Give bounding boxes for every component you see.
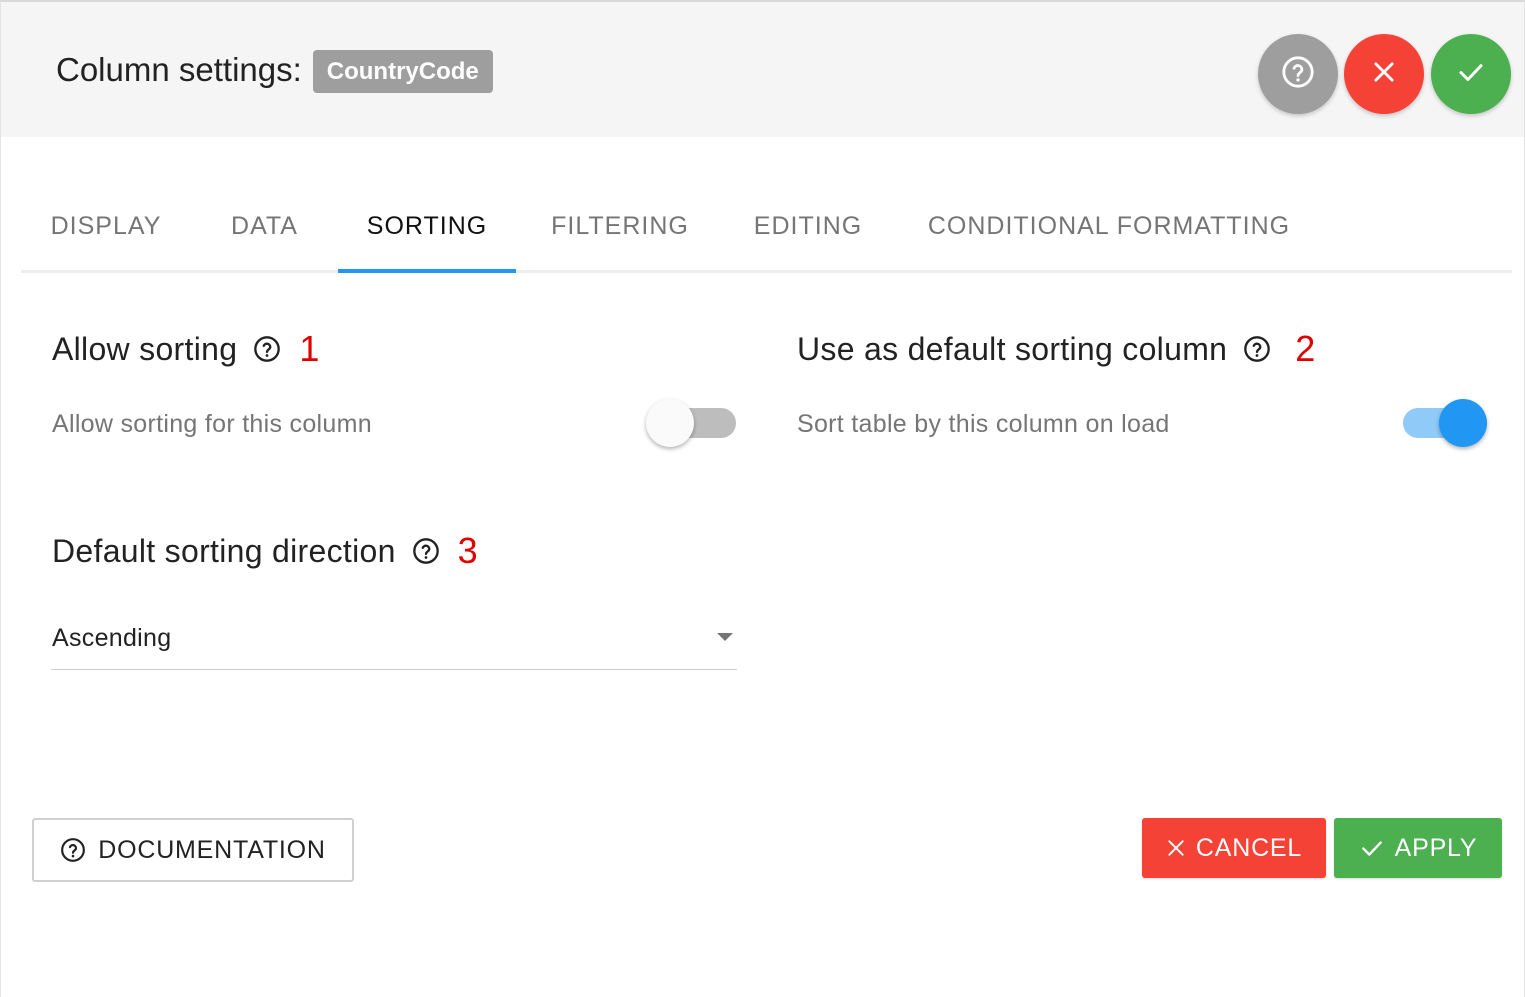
default-sorting-direction-title: Default sorting direction 3 [52,530,478,572]
column-settings-dialog: Column settings: CountryCode DISPLAY DAT… [0,0,1525,997]
tab-sorting[interactable]: SORTING [338,197,516,273]
annotation-marker: 1 [299,328,320,369]
toggle-thumb [1439,399,1487,447]
apply-button-label: APPLY [1394,833,1478,862]
tab-data[interactable]: DATA [191,197,338,273]
annotation-marker: 2 [1295,328,1316,369]
default-sorting-direction-title-text: Default sorting direction [52,532,396,569]
allow-sorting-description: Allow sorting for this column [52,410,372,438]
dialog-header: Column settings: CountryCode [1,2,1524,137]
apply-button[interactable]: APPLY [1334,818,1502,878]
close-icon [1166,838,1186,858]
allow-sorting-title-text: Allow sorting [52,330,238,367]
cancel-button[interactable]: CANCEL [1142,818,1326,878]
dialog-title: Column settings: CountryCode [56,48,493,93]
header-close-button[interactable] [1344,34,1424,114]
close-icon [1370,58,1398,91]
check-icon [1359,835,1385,861]
help-icon[interactable] [1243,335,1271,363]
dialog-title-text: Column settings: [56,50,302,88]
annotation-marker: 3 [457,530,478,571]
sorting-direction-value: Ascending [52,624,172,652]
tab-display[interactable]: DISPLAY [21,197,191,273]
help-icon [60,837,86,863]
settings-tabs: DISPLAY DATA SORTING FILTERING EDITING C… [21,197,1512,273]
active-tab-indicator [338,269,516,273]
header-confirm-button[interactable] [1431,34,1511,114]
tab-editing[interactable]: EDITING [724,197,892,273]
help-icon[interactable] [253,335,281,363]
help-icon[interactable] [412,537,440,565]
allow-sorting-title: Allow sorting 1 [52,328,320,370]
tab-conditional-formatting[interactable]: CONDITIONAL FORMATTING [892,197,1326,273]
check-icon [1456,57,1486,92]
column-name-chip: CountryCode [312,50,493,93]
documentation-button-label: DOCUMENTATION [98,835,326,864]
default-sorting-column-title: Use as default sorting column 2 [797,328,1316,370]
sorting-direction-select[interactable]: Ascending [51,614,737,670]
default-sorting-column-title-text: Use as default sorting column [797,330,1228,367]
documentation-button[interactable]: DOCUMENTATION [32,818,354,882]
cancel-button-label: CANCEL [1195,833,1303,862]
toggle-thumb [646,399,694,447]
header-help-button[interactable] [1258,34,1338,114]
help-icon [1281,55,1315,94]
tab-filtering[interactable]: FILTERING [516,197,724,273]
default-sorting-column-toggle[interactable] [1397,396,1489,448]
allow-sorting-toggle[interactable] [646,396,738,448]
default-sorting-column-description: Sort table by this column on load [797,410,1170,438]
dropdown-caret-icon [717,633,733,641]
